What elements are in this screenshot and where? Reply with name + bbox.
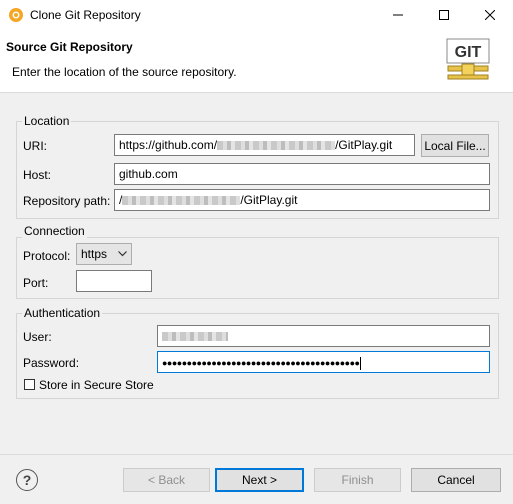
close-button[interactable] [467,0,513,30]
cancel-button[interactable]: Cancel [411,468,501,492]
window-title: Clone Git Repository [30,8,141,22]
maximize-icon [439,10,449,20]
uri-input[interactable]: https://github.com/ /GitPlay.git [114,134,415,156]
location-group-title: Location [22,114,72,128]
chevron-down-icon [118,251,127,257]
store-secure-checkbox[interactable] [24,379,35,390]
password-label: Password: [23,356,80,370]
authentication-group-title: Authentication [22,306,103,320]
redacted-path [122,196,241,206]
local-file-button[interactable]: Local File... [421,134,489,157]
help-icon[interactable]: ? [16,469,38,491]
user-input[interactable] [157,325,490,347]
page-description: Enter the location of the source reposit… [12,65,237,79]
repository-path-label: Repository path: [23,194,111,208]
next-button[interactable]: Next > [215,468,304,492]
host-label: Host: [23,168,52,182]
back-button[interactable]: < Back [123,468,210,492]
footer-separator [0,454,513,455]
git-logo-text: GIT [455,44,482,61]
protocol-value: https [81,247,108,261]
app-icon [9,8,23,22]
protocol-label: Protocol: [23,249,71,263]
password-value: ●●●●●●●●●●●●●●●●●●●●●●●●●●●●●●●●●●●●●●●● [162,357,360,368]
text-cursor [360,357,362,370]
git-logo: GIT [446,38,490,80]
user-label: User: [23,330,52,344]
redacted-owner [217,141,336,151]
password-input[interactable]: ●●●●●●●●●●●●●●●●●●●●●●●●●●●●●●●●●●●●●●●● [157,351,490,373]
uri-suffix: /GitPlay.git [335,138,393,152]
finish-button[interactable]: Finish [314,468,401,492]
close-icon [485,10,495,20]
port-input[interactable] [76,270,152,292]
maximize-button[interactable] [421,0,467,30]
host-input[interactable]: github.com [114,163,490,185]
store-secure-label[interactable]: Store in Secure Store [39,378,154,392]
uri-prefix: https://github.com/ [119,138,218,152]
repository-path-input[interactable]: //GitPlay.git [114,189,490,211]
connection-group-title: Connection [22,224,87,238]
minimize-icon [393,14,403,16]
minimize-button[interactable] [375,0,421,30]
protocol-select[interactable]: https [76,243,132,265]
port-label: Port: [23,276,49,290]
redacted-username [162,332,228,342]
page-title: Source Git Repository [6,40,133,54]
uri-label: URI: [23,139,47,153]
path-suffix: /GitPlay.git [240,193,298,207]
